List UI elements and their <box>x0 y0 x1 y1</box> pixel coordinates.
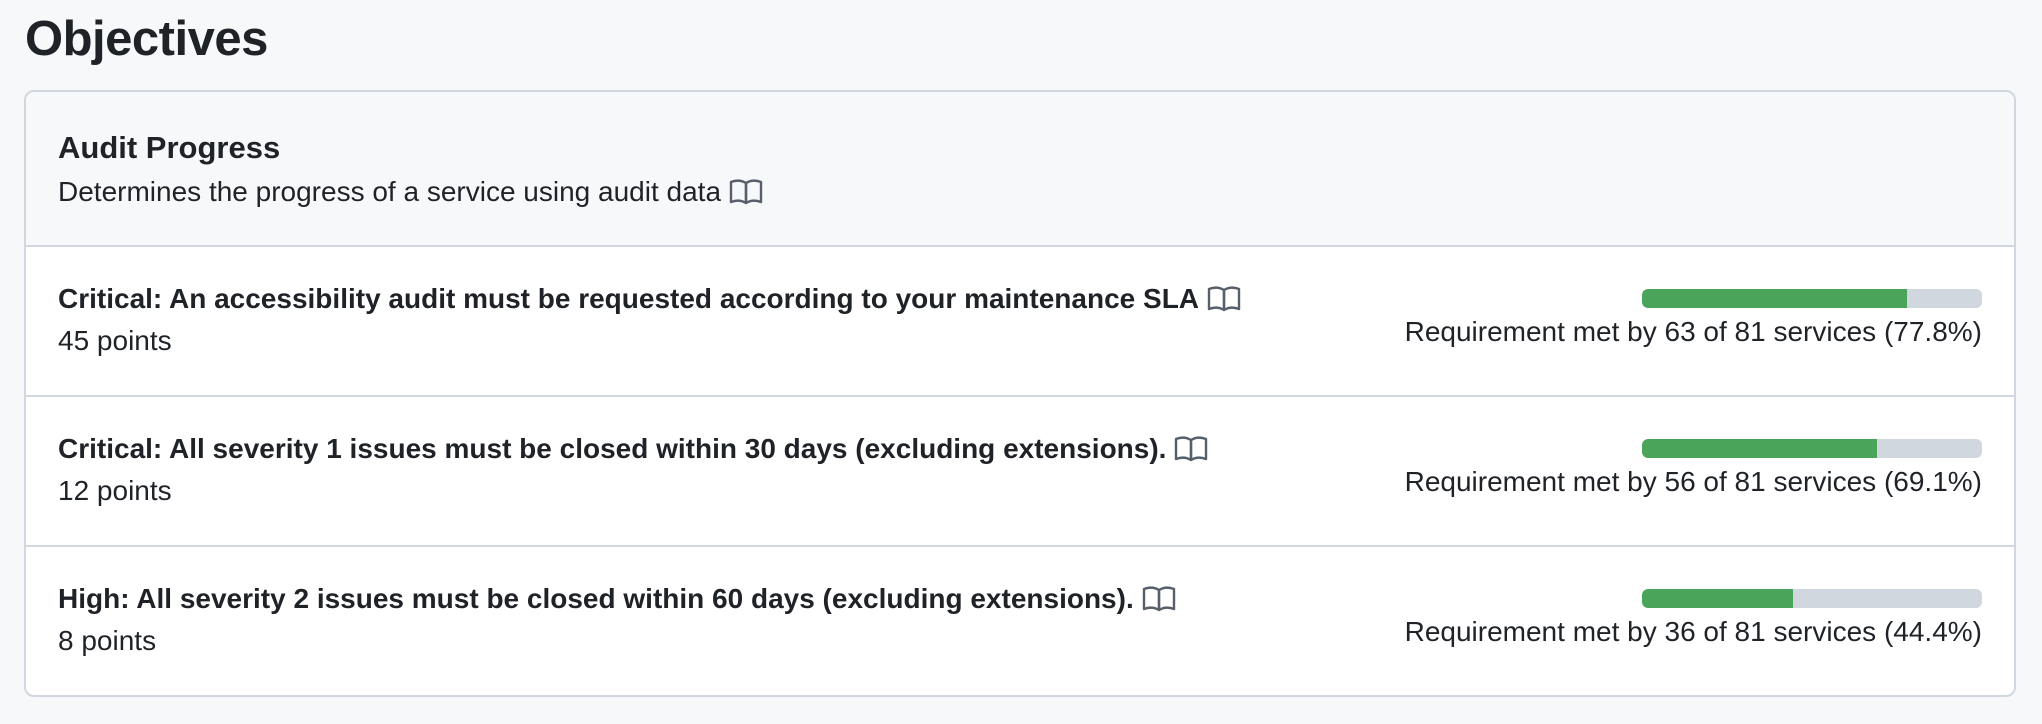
requirement-title-text[interactable]: Critical: An accessibility audit must be… <box>58 281 1199 317</box>
card-description-text: Determines the progress of a service usi… <box>58 176 722 207</box>
requirement-row: Critical: An accessibility audit must be… <box>26 247 2014 397</box>
progress-bar <box>1642 439 1982 458</box>
card-header: Audit Progress Determines the progress o… <box>26 92 2014 247</box>
book-icon[interactable] <box>729 178 763 206</box>
book-icon[interactable] <box>1174 435 1208 463</box>
progress-text: Requirement met by 63 of 81 services (77… <box>1404 316 1982 347</box>
progress-bar <box>1642 289 1982 308</box>
audit-progress-card: Audit Progress Determines the progress o… <box>24 90 2016 697</box>
card-title: Audit Progress <box>58 130 281 165</box>
card-description: Determines the progress of a service usi… <box>58 174 1982 210</box>
progress-fill <box>1642 289 1907 308</box>
progress-bar <box>1642 589 1982 608</box>
progress-fill <box>1642 589 1793 608</box>
page-title: Objectives <box>25 12 268 66</box>
progress-summary: Requirement met by 36 of 81 services (44… <box>1405 589 1982 650</box>
requirement-row: Critical: All severity 1 issues must be … <box>26 397 2014 547</box>
progress-summary: Requirement met by 63 of 81 services (77… <box>1405 289 1982 350</box>
requirement-title-text[interactable]: Critical: All severity 1 issues must be … <box>58 431 1166 467</box>
requirement-title-text[interactable]: High: All severity 2 issues must be clos… <box>58 581 1134 617</box>
book-icon[interactable] <box>1207 285 1241 313</box>
objectives-page: Objectives Audit Progress Determines the… <box>0 0 2042 724</box>
book-icon[interactable] <box>1142 585 1176 613</box>
requirement-row: High: All severity 2 issues must be clos… <box>26 547 2014 695</box>
progress-fill <box>1642 439 1877 458</box>
progress-text: Requirement met by 56 of 81 services (69… <box>1404 466 1982 497</box>
progress-text: Requirement met by 36 of 81 services (44… <box>1404 616 1982 647</box>
progress-summary: Requirement met by 56 of 81 services (69… <box>1405 439 1982 500</box>
